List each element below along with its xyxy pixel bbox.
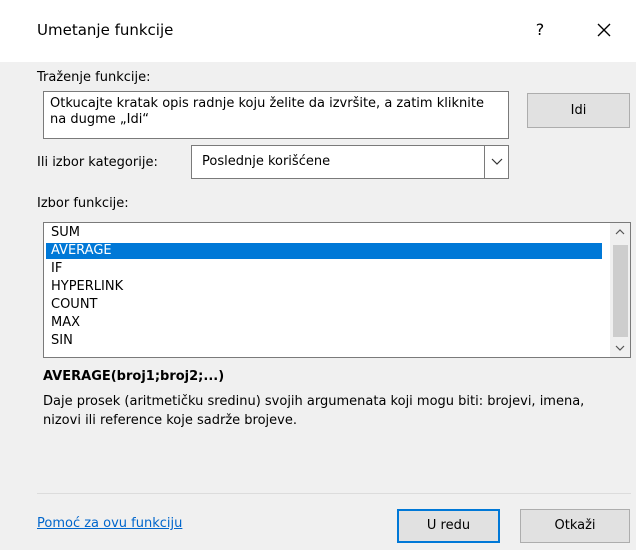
divider — [37, 493, 631, 494]
scroll-down-icon[interactable] — [615, 345, 625, 351]
search-input[interactable]: Otkucajte kratak opis radnje koju želite… — [43, 91, 509, 139]
list-item[interactable]: SIN — [46, 333, 602, 349]
list-item[interactable]: IF — [46, 261, 602, 277]
title-bar: Umetanje funkcije ? — [0, 0, 636, 62]
ok-button[interactable]: U redu — [397, 509, 500, 543]
category-select[interactable]: Poslednje korišćene — [191, 145, 509, 179]
function-signature: AVERAGE(broj1;broj2;...) — [43, 369, 225, 384]
category-selected-value: Poslednje korišćene — [202, 154, 331, 169]
scroll-thumb[interactable] — [613, 245, 628, 337]
search-label: Traženje funkcije: — [37, 70, 151, 85]
help-button[interactable]: ? — [526, 16, 554, 44]
list-item[interactable]: SUM — [46, 225, 602, 241]
cancel-button[interactable]: Otkaži — [520, 509, 630, 543]
function-list-scrollbar[interactable] — [610, 223, 630, 357]
list-item[interactable]: COUNT — [46, 297, 602, 313]
category-dropdown-button[interactable] — [484, 146, 508, 178]
chevron-down-icon — [491, 158, 502, 165]
list-item[interactable]: HYPERLINK — [46, 279, 602, 295]
function-description: Daje prosek (aritmetičku sredinu) svojih… — [43, 394, 585, 428]
category-label: Ili izbor kategorije: — [37, 155, 158, 170]
close-button[interactable] — [586, 14, 622, 46]
function-list[interactable]: SUM AVERAGE IF HYPERLINK COUNT MAX SIN — [43, 222, 631, 358]
insert-function-dialog: Umetanje funkcije ? Traženje funkcije: O… — [0, 0, 636, 550]
scroll-up-icon[interactable] — [615, 229, 625, 235]
function-list-label: Izbor funkcije: — [37, 196, 129, 211]
close-icon — [597, 23, 611, 37]
list-item[interactable]: MAX — [46, 315, 602, 331]
list-item-selected[interactable]: AVERAGE — [46, 243, 602, 259]
function-help-link[interactable]: Pomoć za ovu funkciju — [37, 516, 182, 531]
dialog-title: Umetanje funkcije — [37, 21, 174, 39]
go-button[interactable]: Idi — [527, 93, 630, 128]
